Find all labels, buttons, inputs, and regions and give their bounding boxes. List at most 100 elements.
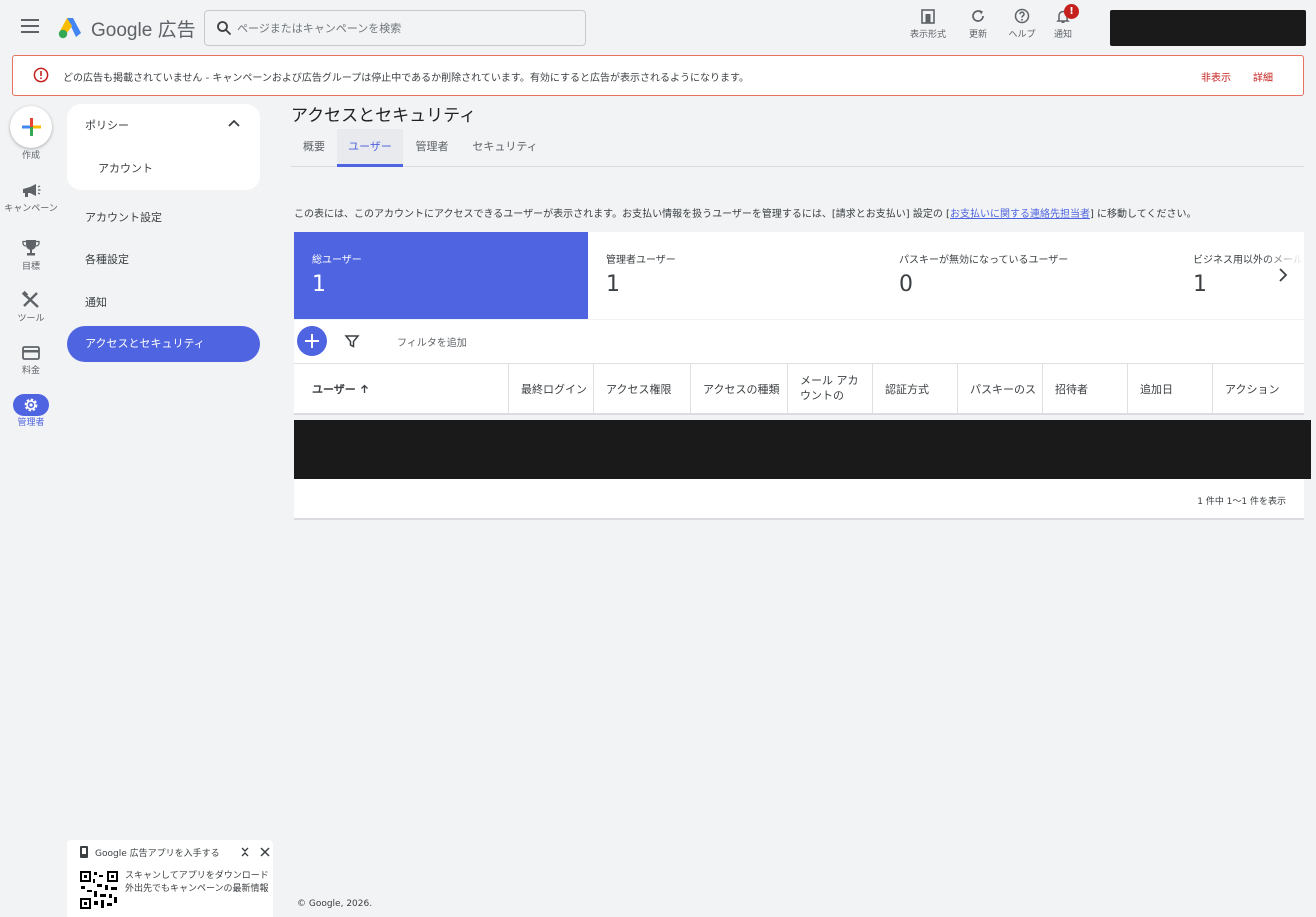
page-title: アクセスとセキュリティ: [291, 106, 477, 126]
pagination-summary: 1 件中 1〜1 件を表示: [1197, 497, 1286, 507]
chevron-right-icon[interactable]: [1275, 266, 1291, 284]
stat-value: 1: [1193, 272, 1207, 297]
goals-label[interactable]: 目標: [0, 262, 62, 273]
billing-label[interactable]: 料金: [0, 366, 62, 377]
column-label: 追加日: [1140, 383, 1173, 396]
nav-account-settings[interactable]: アカウント設定: [85, 209, 162, 225]
account-switcher-redacted[interactable]: [1110, 10, 1306, 46]
promo-line-1: スキャンしてアプリをダウンロード: [125, 871, 269, 881]
column-label: ユーザー: [312, 383, 356, 396]
stat-card-admin-users[interactable]: 管理者ユーザー 1: [588, 232, 882, 319]
users-table-header: ユーザー 最終ログイン アクセス権限 アクセスの種類 メール アカウントの 認証…: [294, 364, 1304, 415]
nav-access-security[interactable]: アクセスとセキュリティ: [67, 326, 260, 362]
column-access-level[interactable]: アクセス権限: [593, 364, 690, 413]
tab-security[interactable]: セキュリティ: [467, 129, 543, 167]
search-input[interactable]: [237, 11, 577, 45]
alert-dismiss-link[interactable]: 非表示: [1201, 69, 1231, 84]
nav-preferences[interactable]: 各種設定: [85, 251, 129, 267]
chevron-up-icon[interactable]: [227, 118, 241, 128]
column-access-type[interactable]: アクセスの種類: [690, 364, 787, 413]
alert-banner: どの広告も掲載されていません - キャンペーンおよび広告グループは停止中であるか…: [12, 55, 1304, 96]
campaigns-icon[interactable]: [21, 182, 41, 202]
column-passkey-status[interactable]: パスキーのス: [957, 364, 1042, 413]
column-label: 最終ログイン: [521, 383, 587, 396]
admin-rail-button[interactable]: [13, 394, 49, 416]
column-label: アクセスの種類: [703, 383, 780, 396]
stat-card-total-users[interactable]: 総ユーザー 1: [294, 232, 588, 319]
plus-icon: [305, 334, 319, 348]
credit-card-icon[interactable]: [21, 343, 41, 363]
stat-value: 1: [312, 272, 326, 297]
description-text-before: この表には、このアカウントにアクセスできるユーザーが表示されます。お支払い情報を…: [294, 209, 950, 220]
column-email-account[interactable]: メール アカウントの: [787, 364, 872, 413]
qr-code-image: [79, 870, 119, 910]
column-invited-by[interactable]: 招待者: [1042, 364, 1127, 413]
column-last-login[interactable]: 最終ログイン: [508, 364, 593, 413]
promo-body: スキャンしてアプリをダウンロード 外出先でもキャンペーンの最新情報: [125, 870, 269, 896]
search-box[interactable]: [204, 10, 586, 46]
close-icon[interactable]: [259, 846, 271, 858]
appearance-icon: [921, 9, 935, 24]
error-icon: [33, 67, 49, 83]
tools-label[interactable]: ツール: [0, 314, 62, 325]
create-button[interactable]: [10, 106, 52, 148]
tab-overview[interactable]: 概要: [294, 129, 334, 167]
policy-nav-group: ポリシー アカウント: [67, 104, 260, 190]
notifications-label: 通知: [1053, 30, 1072, 40]
column-user[interactable]: ユーザー: [294, 364, 508, 413]
tab-admins[interactable]: 管理者: [409, 129, 455, 167]
filter-icon[interactable]: [344, 333, 360, 349]
column-label: 認証方式: [885, 383, 929, 396]
top-bar: Google 広告 表示形式 更新 ヘルプ: [0, 0, 1316, 56]
tab-users[interactable]: ユーザー: [337, 129, 403, 167]
nav-policy[interactable]: ポリシー: [85, 117, 129, 133]
appearance-button[interactable]: 表示形式: [906, 8, 950, 40]
description-text-after: ] に移動してください。: [1089, 209, 1197, 220]
stat-value: 1: [606, 272, 620, 297]
column-date-added[interactable]: 追加日: [1127, 364, 1212, 413]
promo-line-2: 外出先でもキャンペーンの最新情報: [125, 884, 269, 894]
app-promo-panel: Google 広告アプリを入手する スキャンしてアプリをダウンロード 外出先でも…: [67, 840, 273, 917]
copyright: © Google, 2026.: [297, 899, 373, 909]
sort-ascending-icon: [361, 384, 368, 393]
appearance-label: 表示形式: [909, 30, 946, 40]
notification-badge: !: [1064, 4, 1079, 19]
column-label: 招待者: [1055, 383, 1088, 396]
alert-message: どの広告も掲載されていません - キャンペーンおよび広告グループは停止中であるか…: [63, 73, 749, 84]
add-filter-button[interactable]: フィルタを追加: [397, 334, 467, 349]
column-label: パスキーのス: [970, 383, 1036, 396]
column-actions[interactable]: アクション: [1212, 364, 1304, 413]
tab-bar: 概要 ユーザー 管理者 セキュリティ: [291, 129, 1304, 167]
billing-contacts-link[interactable]: お支払いに関する連絡先担当者: [950, 209, 1090, 220]
help-label: ヘルプ: [1008, 30, 1036, 40]
refresh-label: 更新: [968, 30, 987, 40]
phone-icon: [80, 846, 88, 858]
help-button[interactable]: ヘルプ: [1000, 8, 1044, 40]
nav-account[interactable]: アカウント: [98, 160, 153, 176]
alert-details-link[interactable]: 詳細: [1253, 69, 1273, 84]
menu-icon[interactable]: [21, 19, 39, 35]
user-stats-cards: 総ユーザー 1 管理者ユーザー 1 パスキーが無効になっているユーザー 0 ビジ…: [294, 232, 1304, 319]
help-icon: [1014, 8, 1030, 24]
admin-label[interactable]: 管理者: [0, 418, 62, 429]
add-user-button[interactable]: [297, 326, 327, 356]
product-logo-text[interactable]: Google 広告: [91, 15, 196, 42]
column-auth-method[interactable]: 認証方式: [872, 364, 957, 413]
brand-name: Google: [91, 20, 153, 41]
google-ads-logo-icon[interactable]: [58, 17, 82, 39]
trophy-icon[interactable]: [21, 238, 41, 258]
campaigns-label[interactable]: キャンペーン: [0, 204, 62, 215]
collapse-icon[interactable]: [239, 846, 251, 858]
nav-notifications[interactable]: 通知: [85, 294, 107, 310]
stat-card-passkey-disabled[interactable]: パスキーが無効になっているユーザー 0: [881, 232, 1175, 319]
column-label: アクション: [1225, 383, 1280, 396]
tools-icon[interactable]: [21, 290, 41, 310]
product-name: 広告: [157, 20, 196, 41]
plus-icon: [22, 118, 41, 136]
refresh-button[interactable]: 更新: [956, 8, 1000, 40]
stat-label: 管理者ユーザー: [606, 255, 676, 266]
column-label: メール アカウントの: [800, 374, 859, 402]
column-label: アクセス権限: [606, 383, 672, 396]
gear-icon: [24, 398, 38, 412]
table-row-redacted[interactable]: [294, 420, 1311, 479]
